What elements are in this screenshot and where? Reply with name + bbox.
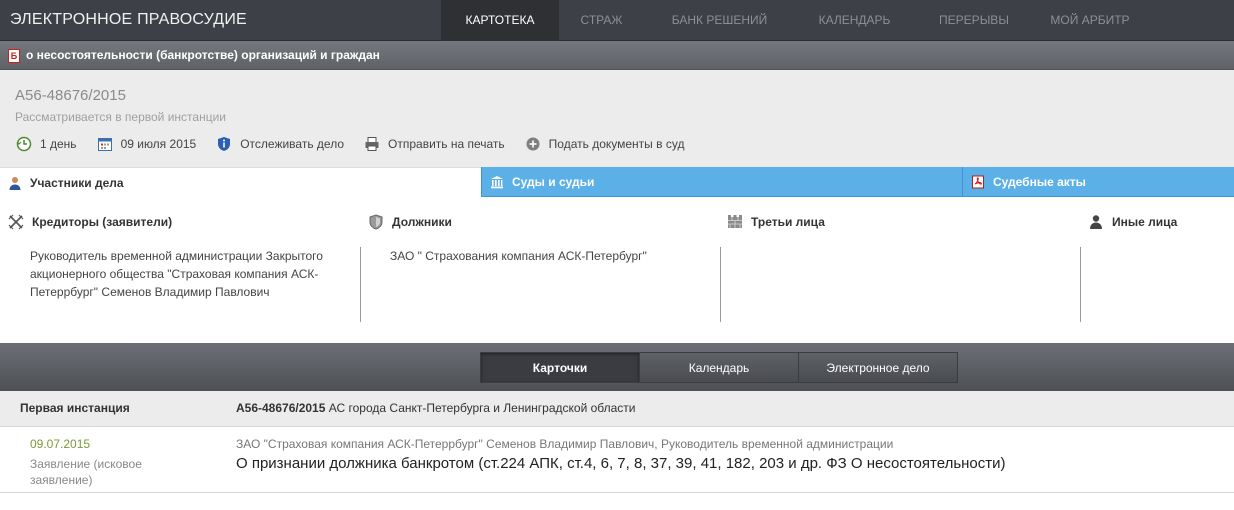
- calendar-icon: [97, 136, 113, 152]
- bankruptcy-badge-icon: Б: [8, 49, 20, 63]
- tab-participants-label: Участники дела: [30, 175, 124, 190]
- debtors-title: Должники: [392, 215, 452, 229]
- nav-moy-arbitr[interactable]: МОЙ АРБИТР: [1034, 0, 1146, 41]
- action-date[interactable]: 09 июля 2015: [97, 136, 197, 152]
- shield-icon: [368, 214, 384, 230]
- debtors-list: ЗАО " Страхования компания АСК-Петербург…: [390, 247, 647, 265]
- other-parties-column: Иные лица: [1088, 197, 1234, 343]
- courthouse-icon: [490, 175, 504, 189]
- column-divider: [720, 247, 721, 322]
- creditor-line[interactable]: Петеррбург" Семенов Владимир Павлович: [30, 283, 323, 301]
- case-number: А56-48676/2015: [15, 87, 126, 104]
- column-divider: [1080, 247, 1081, 322]
- tab-courts-judges-label: Суды и судьи: [512, 174, 595, 189]
- person-silhouette-icon: [1088, 214, 1104, 230]
- top-navbar: ЭЛЕКТРОННОЕ ПРАВОСУДИЕ КАРТОТЕКА СТРАЖ Б…: [0, 0, 1234, 41]
- tab-courts-judges[interactable]: Суды и судьи: [481, 167, 962, 197]
- action-days-label: 1 день: [40, 137, 77, 151]
- case-type-bar: Б о несостоятельности (банкротстве) орга…: [0, 41, 1234, 70]
- case-header: А56-48676/2015 Рассматривается в первой …: [0, 70, 1234, 167]
- case-actions: 1 день 09 июля 2015 Отслеживать дело Отп…: [16, 134, 704, 154]
- submit-documents-label: Подать документы в суд: [548, 137, 685, 151]
- printer-icon: [364, 136, 380, 152]
- case-event: 09.07.2015 Заявление (исковое заявление)…: [0, 428, 1234, 493]
- nav-kartoteka[interactable]: КАРТОТЕКА: [441, 0, 559, 41]
- shield-info-icon: [216, 136, 232, 152]
- third-parties-column: Третьи лица: [727, 197, 1077, 343]
- action-date-label: 09 июля 2015: [120, 137, 197, 151]
- creditors-title: Кредиторы (заявители): [32, 215, 173, 229]
- instance-court[interactable]: АС города Санкт-Петербурга и Ленинградск…: [329, 401, 636, 415]
- submit-documents-button[interactable]: Подать документы в суд: [525, 136, 685, 152]
- event-type: Заявление (исковое заявление): [30, 456, 170, 488]
- track-case-button[interactable]: Отслеживать дело: [216, 136, 344, 152]
- tab-judicial-acts-label: Судебные акты: [993, 174, 1086, 189]
- print-button[interactable]: Отправить на печать: [364, 136, 505, 152]
- column-divider: [360, 247, 361, 322]
- creditors-column: Кредиторы (заявители) Руководитель време…: [8, 197, 358, 343]
- creditor-line[interactable]: Руководитель временной администрации Зак…: [30, 247, 323, 265]
- print-label: Отправить на печать: [388, 137, 505, 151]
- pdf-icon: [971, 175, 985, 189]
- participants-panel: Кредиторы (заявители) Руководитель време…: [0, 197, 1234, 343]
- instance-case-number[interactable]: А56-48676/2015: [236, 401, 325, 415]
- main-nav: КАРТОТЕКА СТРАЖ БАНК РЕШЕНИЙ КАЛЕНДАРЬ П…: [441, 0, 1146, 41]
- nav-bank-resheniy[interactable]: БАНК РЕШЕНИЙ: [644, 0, 795, 41]
- view-switch-bar: Карточки Календарь Электронное дело: [0, 343, 1234, 391]
- case-status: Рассматривается в первой инстанции: [15, 110, 226, 124]
- person-icon: [8, 176, 22, 190]
- track-case-label: Отслеживать дело: [240, 137, 345, 151]
- third-parties-heading: Третьи лица: [727, 214, 825, 230]
- view-switch: Карточки Календарь Электронное дело: [480, 352, 958, 383]
- creditor-line[interactable]: акционерного общества "Страховая компани…: [30, 265, 323, 283]
- plus-circle-icon: [525, 136, 541, 152]
- action-days[interactable]: 1 день: [16, 136, 77, 152]
- view-cards-button[interactable]: Карточки: [480, 352, 640, 383]
- other-parties-heading: Иные лица: [1088, 214, 1177, 230]
- creditors-heading: Кредиторы (заявители): [8, 214, 172, 230]
- nav-calendar[interactable]: КАЛЕНДАРЬ: [795, 0, 914, 41]
- debtors-column: Должники ЗАО " Страхования компания АСК-…: [368, 197, 718, 343]
- instance-row: Первая инстанция А56-48676/2015 АС город…: [0, 391, 1234, 427]
- tab-participants[interactable]: Участники дела: [0, 167, 481, 197]
- tab-judicial-acts[interactable]: Судебные акты: [962, 167, 1234, 197]
- third-parties-title: Третьи лица: [751, 215, 825, 229]
- clock-back-icon: [16, 136, 32, 152]
- instance-case-info: А56-48676/2015 АС города Санкт-Петербург…: [236, 401, 636, 415]
- case-type-label: о несостоятельности (банкротстве) органи…: [26, 48, 380, 62]
- other-parties-title: Иные лица: [1112, 215, 1178, 229]
- event-type-line: Заявление (исковое: [30, 457, 142, 471]
- debtor-line[interactable]: ЗАО " Страхования компания АСК-Петербург…: [390, 247, 647, 265]
- view-calendar-button[interactable]: Календарь: [639, 352, 799, 383]
- event-type-line: заявление): [30, 473, 93, 487]
- event-subject[interactable]: О признании должника банкротом (ст.224 А…: [236, 455, 1006, 472]
- wall-icon: [727, 214, 743, 230]
- creditors-list: Руководитель временной администрации Зак…: [30, 247, 323, 301]
- site-brand[interactable]: ЭЛЕКТРОННОЕ ПРАВОСУДИЕ: [10, 11, 247, 29]
- nav-strazh[interactable]: СТРАЖ: [559, 0, 644, 41]
- view-electronic-case-button[interactable]: Электронное дело: [798, 352, 958, 383]
- crossed-swords-icon: [8, 214, 24, 230]
- nav-pereryvy[interactable]: ПЕРЕРЫВЫ: [914, 0, 1034, 41]
- event-submitter: ЗАО "Страховая компания АСК-Петеррбург" …: [236, 437, 894, 451]
- event-date: 09.07.2015: [30, 437, 91, 451]
- debtors-heading: Должники: [368, 214, 452, 230]
- case-tabs: Участники дела Суды и судьи Судебные акт…: [0, 167, 1234, 197]
- instance-label: Первая инстанция: [20, 401, 130, 415]
